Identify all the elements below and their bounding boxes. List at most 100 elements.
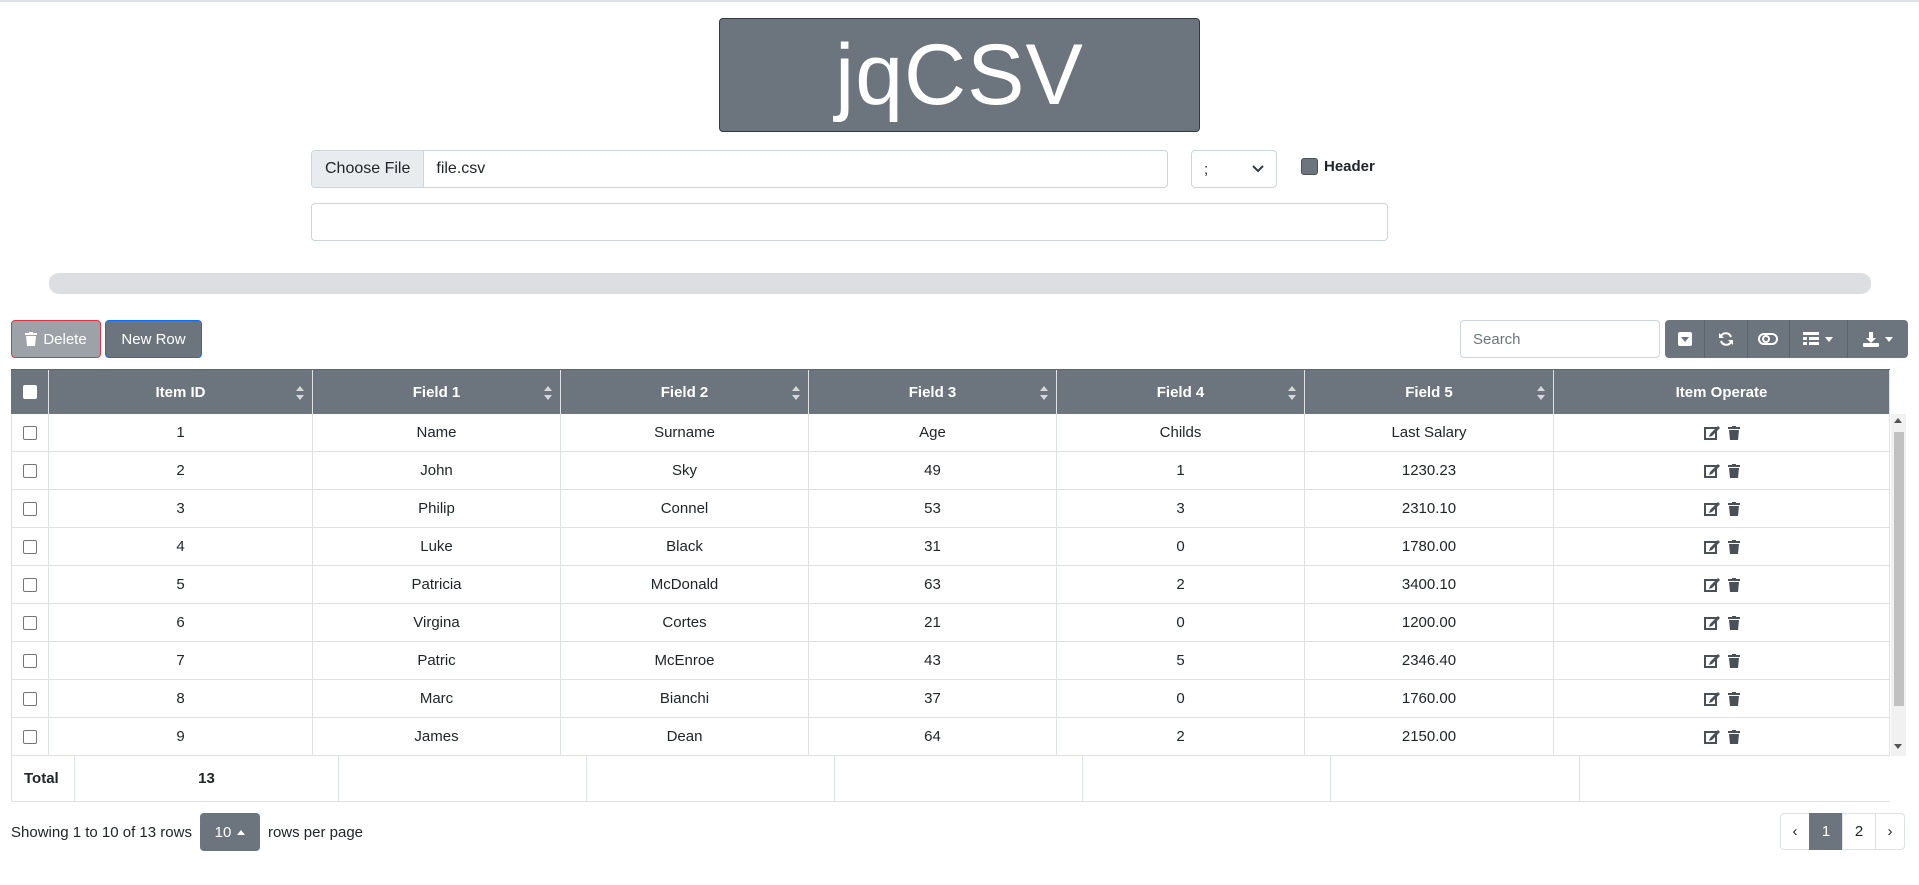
separator-select[interactable]: ; <box>1191 150 1277 188</box>
select-all-cell[interactable] <box>11 370 49 414</box>
row-checkbox[interactable] <box>23 653 37 668</box>
separator-value: ; <box>1204 160 1209 178</box>
column-header-item-operate: Item Operate <box>1554 370 1890 414</box>
header-checkbox[interactable]: Header <box>1301 155 1375 177</box>
edit-icon[interactable] <box>1703 425 1720 440</box>
edit-icon[interactable] <box>1703 539 1720 554</box>
table-row: 6 Virgina Cortes 21 0 1200.00 <box>11 604 1890 642</box>
select-all-checkbox[interactable] <box>22 385 37 399</box>
cell-field-4: 0 <box>1057 680 1305 717</box>
edit-icon[interactable] <box>1703 577 1720 592</box>
new-row-button[interactable]: New Row <box>105 320 202 358</box>
column-header-field-2[interactable]: Field 2 <box>561 370 809 414</box>
trash-icon[interactable] <box>1727 577 1740 592</box>
delete-button[interactable]: Delete <box>11 320 101 358</box>
row-checkbox[interactable] <box>23 577 37 592</box>
cell-item-operate <box>1554 604 1890 641</box>
choose-file-button[interactable]: Choose File <box>312 151 425 187</box>
edit-icon[interactable] <box>1703 729 1720 744</box>
header-checkbox-box[interactable] <box>1301 157 1318 175</box>
column-header-field-5[interactable]: Field 5 <box>1305 370 1554 414</box>
caret-down-icon <box>1825 336 1834 342</box>
table-row: 2 John Sky 49 1 1230.23 <box>11 452 1890 490</box>
search-input[interactable] <box>1460 320 1660 358</box>
showing-rows-text: Showing 1 to 10 of 13 rows <box>11 823 192 841</box>
cell-item-id: 2 <box>49 452 313 489</box>
export-icon <box>1863 331 1880 347</box>
edit-icon[interactable] <box>1703 501 1720 516</box>
columns-dropdown-button[interactable] <box>1788 320 1847 358</box>
file-input[interactable]: Choose File file.csv <box>311 150 1168 188</box>
scroll-down-icon[interactable] <box>1894 744 1902 749</box>
column-header-field-4[interactable]: Field 4 <box>1057 370 1305 414</box>
cell-field-3: 21 <box>809 604 1057 641</box>
trash-icon[interactable] <box>1727 425 1740 440</box>
row-checkbox[interactable] <box>23 501 37 516</box>
edit-icon[interactable] <box>1703 615 1720 630</box>
row-checkbox[interactable] <box>23 691 37 706</box>
sort-icon <box>544 386 552 400</box>
row-checkbox[interactable] <box>23 615 37 630</box>
cell-field-1: Marc <box>313 680 561 717</box>
chevron-down-icon <box>1252 165 1264 173</box>
cell-field-3: 37 <box>809 680 1057 717</box>
edit-icon[interactable] <box>1703 463 1720 478</box>
row-checkbox[interactable] <box>23 463 37 478</box>
toggle-pagination-button[interactable] <box>1665 320 1704 358</box>
cell-field-5: 2310.10 <box>1305 490 1554 527</box>
trash-icon[interactable] <box>1727 463 1740 478</box>
caret-down-icon <box>1885 336 1894 342</box>
row-checkbox[interactable] <box>23 729 37 744</box>
sort-icon <box>1288 386 1296 400</box>
cell-item-id: 8 <box>49 680 313 717</box>
cell-field-2: Black <box>561 528 809 565</box>
csv-text-input[interactable] <box>311 203 1388 241</box>
cell-field-5: 2150.00 <box>1305 718 1554 755</box>
trash-icon[interactable] <box>1727 539 1740 554</box>
page-1-button[interactable]: 1 <box>1809 813 1843 850</box>
edit-icon[interactable] <box>1703 653 1720 668</box>
scrollbar-thumb[interactable] <box>1894 432 1904 706</box>
cell-field-3: 53 <box>809 490 1057 527</box>
table-body: 1 Name Surname Age Childs Last Salary 2 … <box>11 414 1890 756</box>
caret-square-down-icon <box>1677 332 1692 346</box>
column-header-item-id[interactable]: Item ID <box>49 370 313 414</box>
table-row: 4 Luke Black 31 0 1780.00 <box>11 528 1890 566</box>
cell-item-operate <box>1554 452 1890 489</box>
next-page-button[interactable]: › <box>1875 813 1905 850</box>
refresh-button[interactable] <box>1704 320 1746 358</box>
trash-icon[interactable] <box>1727 729 1740 744</box>
cell-field-5: Last Salary <box>1305 414 1554 451</box>
cell-field-5: 3400.10 <box>1305 566 1554 603</box>
cell-field-1: Philip <box>313 490 561 527</box>
cell-field-1: John <box>313 452 561 489</box>
trash-icon[interactable] <box>1727 653 1740 668</box>
column-header-field-1[interactable]: Field 1 <box>313 370 561 414</box>
scroll-up-icon[interactable] <box>1894 418 1902 423</box>
cell-field-2: McEnroe <box>561 642 809 679</box>
page-2-button[interactable]: 2 <box>1842 813 1876 850</box>
export-dropdown-button[interactable] <box>1847 320 1908 358</box>
cell-field-3: 49 <box>809 452 1057 489</box>
sort-icon <box>792 386 800 400</box>
cell-item-id: 5 <box>49 566 313 603</box>
sort-icon <box>1040 386 1048 400</box>
table-tools <box>1665 320 1908 358</box>
trash-icon[interactable] <box>1727 615 1740 630</box>
app-logo: jqCSV <box>719 18 1200 132</box>
previous-page-button[interactable]: ‹ <box>1780 813 1810 850</box>
trash-icon[interactable] <box>1727 691 1740 706</box>
edit-icon[interactable] <box>1703 691 1720 706</box>
column-header-field-3[interactable]: Field 3 <box>809 370 1057 414</box>
trash-icon <box>25 332 38 346</box>
cell-field-1: James <box>313 718 561 755</box>
trash-icon[interactable] <box>1727 501 1740 516</box>
row-checkbox[interactable] <box>23 539 37 554</box>
row-checkbox[interactable] <box>23 425 37 440</box>
cell-field-2: Cortes <box>561 604 809 641</box>
cell-item-id: 3 <box>49 490 313 527</box>
page-size-button[interactable]: 10 <box>199 813 260 851</box>
toggle-view-button[interactable] <box>1746 320 1789 358</box>
table-row: 7 Patric McEnroe 43 5 2346.40 <box>11 642 1890 680</box>
cell-item-id: 4 <box>49 528 313 565</box>
